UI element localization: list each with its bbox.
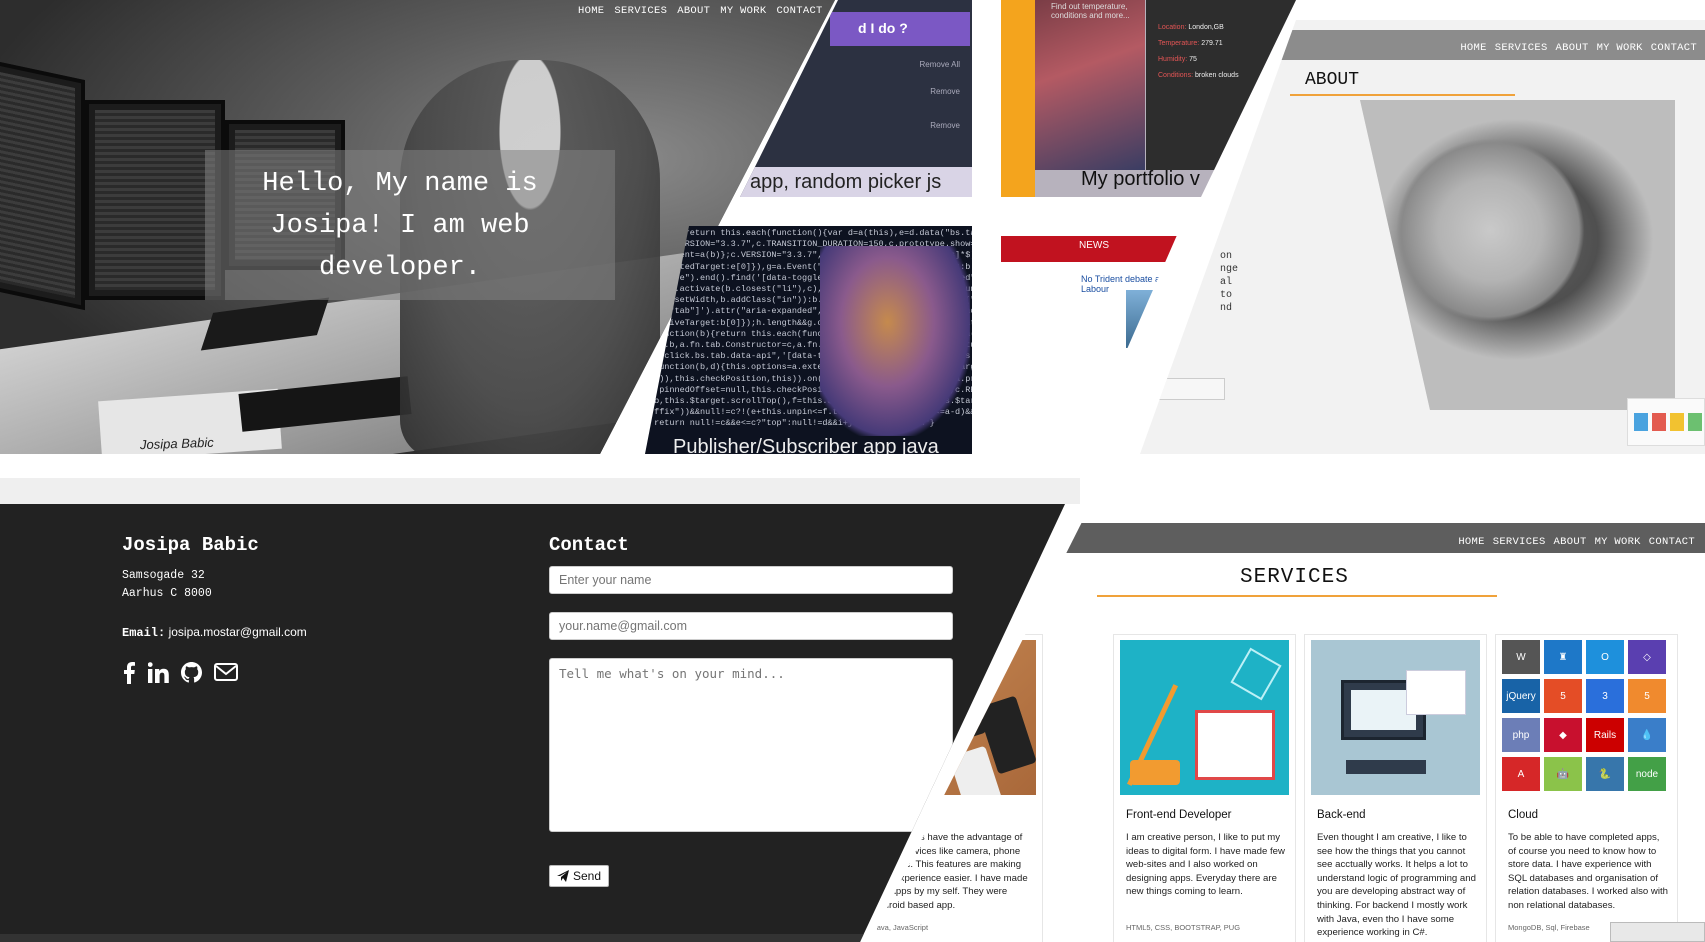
hero-photo-signature: Josipa Babic [139, 434, 214, 453]
news-header-bar: NEWS [1001, 236, 1179, 262]
nav-services[interactable]: SERVICES [1495, 42, 1548, 54]
rails-icon: Rails [1586, 718, 1624, 752]
service-desc: To be able to have completed apps, of co… [1508, 832, 1668, 911]
angular-icon: A [1502, 757, 1540, 791]
services-title-underline [1097, 595, 1497, 597]
opera-icon: O [1586, 640, 1624, 674]
message-textarea[interactable] [549, 658, 953, 832]
mail-icon[interactable] [214, 662, 238, 682]
about-title-underline [1290, 94, 1515, 96]
social-links [122, 662, 238, 684]
orange-stripe [1001, 0, 1035, 197]
thumb-caption: Publisher/Subscriber app java [673, 436, 939, 454]
monitor-center [85, 100, 225, 300]
service-title: Cloud [1508, 809, 1539, 821]
paper-plane-icon [557, 870, 569, 882]
remove-button: Remove [930, 121, 960, 130]
laptop-photo [1035, 0, 1145, 170]
github-icon[interactable] [181, 662, 202, 683]
service-card-front-end: Front-end Developer I am creative person… [1113, 634, 1296, 942]
services-title: SERVICES [1240, 566, 1349, 589]
nav-my-work[interactable]: MY WORK [1595, 536, 1641, 548]
about-title: ABOUT [1305, 70, 1360, 90]
nav-my-work[interactable]: MY WORK [720, 5, 766, 17]
service-desc: Even thought I am creative, I like to se… [1317, 832, 1476, 939]
portfolio-thumb-pubsub[interactable]: b(b)}return this.each(function(){var d=a… [645, 226, 972, 454]
service-card-cloud: W ♜ O ◇ jQuery 5 3 5 php ◆ Rails 💧 A 🤖 🐍… [1495, 634, 1678, 942]
email-link[interactable]: josipa.mostar@gmail.com [169, 625, 307, 639]
nav-about[interactable]: ABOUT [677, 5, 710, 17]
nav-home[interactable]: HOME [578, 5, 604, 17]
logo-icon: ◇ [1628, 640, 1666, 674]
service-title: Back-end [1317, 809, 1366, 821]
service-tags: MongoDB, Sql, Firebase [1508, 923, 1590, 932]
monitor-left [0, 59, 85, 311]
section-divider [0, 478, 1080, 504]
nav-contact[interactable]: CONTACT [1649, 536, 1695, 548]
footer-email: Email: josipa.mostar@gmail.com [122, 625, 307, 640]
remove-button: Remove [930, 87, 960, 96]
mini-screenshot [1627, 398, 1705, 446]
android-icon: 🤖 [1544, 757, 1582, 791]
weather-humidity: Humidity: 75 [1158, 56, 1197, 63]
thumb-caption: My portfolio v [1081, 168, 1200, 190]
nav-services[interactable]: SERVICES [1493, 536, 1546, 548]
send-button[interactable]: Send [549, 865, 610, 887]
services-nav: HOME SERVICES ABOUT MY WORK CONTACT [1458, 536, 1695, 548]
python-icon: 🐍 [1586, 757, 1624, 791]
logo-icon: ◆ [1544, 718, 1582, 752]
computer-image [1311, 640, 1480, 795]
hero-greeting: Hello, My name is Josipa! I am web devel… [262, 169, 538, 283]
hero-nav: HOME SERVICES ABOUT MY WORK CONTACT [578, 5, 823, 17]
nav-home[interactable]: HOME [1458, 536, 1484, 548]
mini-screenshot [1610, 922, 1705, 942]
html5-icon: 5 [1544, 679, 1582, 713]
wordpress-icon: W [1502, 640, 1540, 674]
thumb-header-bar: d I do ? [830, 12, 970, 46]
about-portrait [1360, 100, 1675, 410]
email-input[interactable] [549, 612, 953, 640]
jquery-icon: jQuery [1502, 679, 1540, 713]
weather-temp: Temperature: 279.71 [1158, 40, 1223, 47]
name-input[interactable] [549, 566, 953, 594]
nav-about[interactable]: ABOUT [1556, 42, 1589, 54]
nav-my-work[interactable]: MY WORK [1597, 42, 1643, 54]
html5-icon: 5 [1628, 679, 1666, 713]
footer-name: Josipa Babic [122, 534, 259, 556]
send-label: Send [573, 869, 602, 883]
nav-contact[interactable]: CONTACT [776, 5, 822, 17]
contact-heading: Contact [549, 534, 629, 556]
drupal-icon: 💧 [1628, 718, 1666, 752]
crane-image [1120, 640, 1289, 795]
service-tags: HTML5, CSS, BOOTSTRAP, PUG [1126, 923, 1241, 932]
css3-icon: 3 [1586, 679, 1624, 713]
facebook-icon[interactable] [122, 662, 136, 684]
service-title: Front-end Developer [1126, 809, 1232, 821]
nav-home[interactable]: HOME [1460, 42, 1486, 54]
logo-icon: ♜ [1544, 640, 1582, 674]
thumb-caption-box: app, random picker js [740, 167, 972, 197]
remove-all-button: Remove All [919, 60, 960, 69]
nav-services[interactable]: SERVICES [614, 5, 667, 17]
weather-conditions: Conditions: broken clouds [1158, 72, 1239, 79]
nav-about[interactable]: ABOUT [1554, 536, 1587, 548]
robot-face-image [820, 246, 970, 436]
footer-address: Samsogade 32 Aarhus C 8000 [122, 569, 212, 600]
linkedin-icon[interactable] [148, 662, 169, 683]
nav-contact[interactable]: CONTACT [1651, 42, 1697, 54]
service-desc: I am creative person, I like to put my i… [1126, 832, 1285, 898]
download-cv-button[interactable]: CV [1140, 378, 1225, 400]
node-icon: node [1628, 757, 1666, 791]
php-icon: php [1502, 718, 1540, 752]
service-card-back-end: Back-end Even thought I am creative, I l… [1304, 634, 1487, 942]
weather-location: Location: London,GB [1158, 24, 1224, 31]
about-nav: HOME SERVICES ABOUT MY WORK CONTACT [1460, 42, 1697, 54]
weather-overlay-text: Find out temperature, conditions and mor… [1051, 2, 1130, 20]
thumb-header-text: d I do ? [858, 20, 908, 36]
news-label: NEWS [1079, 240, 1109, 251]
service-tags: Java, JavaScript [873, 923, 929, 932]
news-image [1126, 290, 1172, 348]
tech-logos-grid: W ♜ O ◇ jQuery 5 3 5 php ◆ Rails 💧 A 🤖 🐍… [1502, 640, 1671, 795]
thumb-caption: app, random picker js [750, 171, 942, 193]
